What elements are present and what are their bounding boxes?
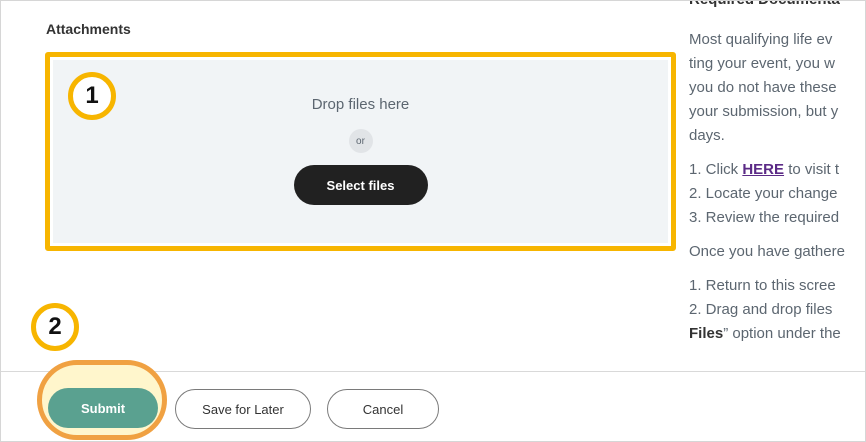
instructions-panel: Required Documenta Most qualifying life … xyxy=(689,1,865,372)
instructions-steps-2: 1. Return to this scree 2. Drag and drop… xyxy=(689,274,865,346)
instructions-line: days. xyxy=(689,127,725,144)
instructions-line: ting your event, you w xyxy=(689,55,835,72)
step-line: Files” option under the xyxy=(689,322,865,346)
step-line: 1. Click HERE to visit t xyxy=(689,158,865,182)
step-line: 1. Return to this scree xyxy=(689,277,836,294)
instructions-heading: Required Documenta xyxy=(689,1,865,12)
instructions-line: your submission, but y xyxy=(689,103,839,120)
step-line: 3. Review the required xyxy=(689,209,840,226)
step-text: ” option under the xyxy=(723,325,841,342)
dropzone-area[interactable]: Drop files here or Select files xyxy=(53,60,668,243)
attachments-label: Attachments xyxy=(46,21,131,37)
instructions-paragraph-1: Most qualifying life ev ting your event,… xyxy=(689,28,865,148)
step-line: 2. Drag and drop files xyxy=(689,301,833,318)
cancel-button[interactable]: Cancel xyxy=(327,389,439,429)
page-frame: Attachments Drop files here or Select fi… xyxy=(0,0,866,442)
step-line: 2. Locate your change xyxy=(689,185,838,202)
file-dropzone[interactable]: Drop files here or Select files xyxy=(45,52,676,251)
step-text: 1. Click xyxy=(689,161,743,178)
instructions-line: Most qualifying life ev xyxy=(689,31,833,48)
select-files-button[interactable]: Select files xyxy=(293,165,428,205)
callout-badge-2: 2 xyxy=(31,303,79,351)
drop-files-text: Drop files here xyxy=(311,96,410,113)
here-link[interactable]: HERE xyxy=(742,161,784,178)
or-separator: or xyxy=(348,129,373,153)
save-for-later-button[interactable]: Save for Later xyxy=(175,389,311,429)
step-text: to visit t xyxy=(784,161,840,178)
instructions-line: you do not have these xyxy=(689,79,837,96)
instructions-steps-1: 1. Click HERE to visit t 2. Locate your … xyxy=(689,158,865,230)
step-bold-text: Files xyxy=(689,325,724,342)
callout-badge-1: 1 xyxy=(68,72,116,120)
instructions-paragraph-2: Once you have gathere xyxy=(689,243,845,260)
submit-button[interactable]: Submit xyxy=(48,388,158,428)
